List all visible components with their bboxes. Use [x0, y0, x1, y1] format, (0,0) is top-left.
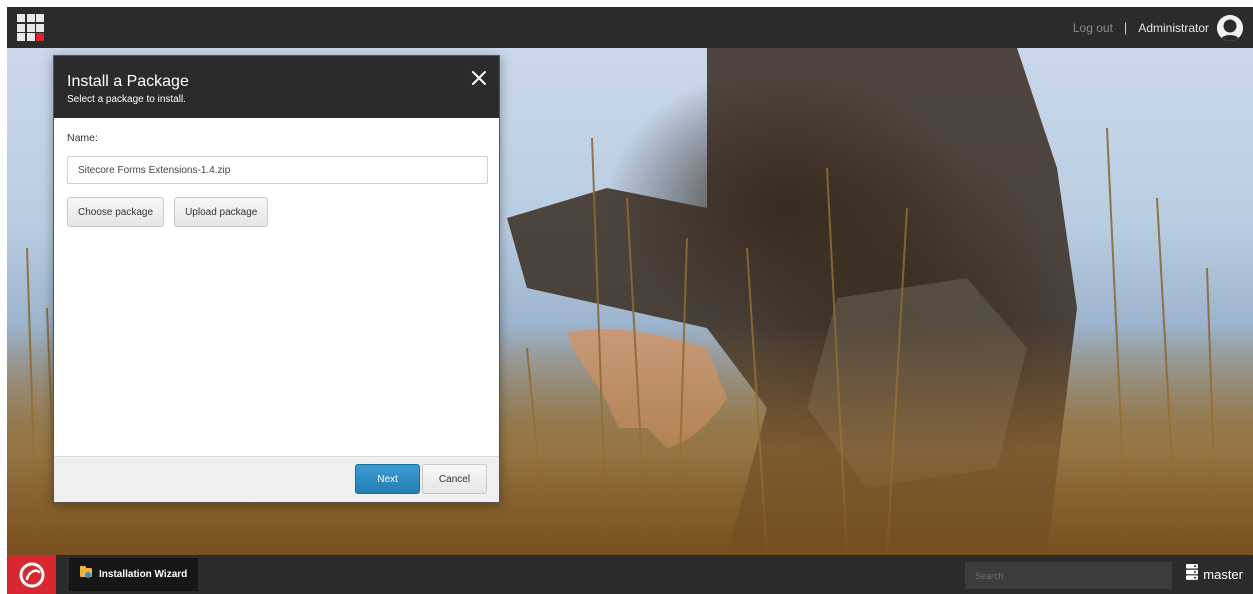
choose-package-button[interactable]: Choose package	[67, 197, 165, 227]
database-label: master	[1203, 567, 1243, 582]
cancel-button[interactable]: Cancel	[422, 464, 487, 494]
username[interactable]: Administrator	[1138, 21, 1209, 35]
dialog-title: Install a Package	[67, 73, 189, 90]
install-package-dialog: Install a Package Select a package to in…	[53, 55, 500, 503]
next-button[interactable]: Next	[355, 464, 420, 494]
package-name-input[interactable]	[67, 156, 488, 184]
taskbar-item-installation-wizard[interactable]: Installation Wizard	[69, 558, 198, 591]
separator: |	[1123, 20, 1128, 35]
dialog-footer: Next Cancel	[54, 456, 499, 502]
database-selector[interactable]: master	[1186, 555, 1243, 594]
user-avatar-icon[interactable]	[1217, 14, 1243, 41]
package-icon	[79, 565, 93, 584]
name-label: Name:	[67, 132, 98, 144]
logout-link[interactable]: Log out	[1073, 21, 1113, 35]
package-actions: Choose package Upload package	[67, 197, 487, 227]
upload-package-button[interactable]: Upload package	[174, 197, 269, 227]
close-icon[interactable]	[471, 70, 487, 86]
app-grid-icon[interactable]	[17, 14, 44, 41]
taskbar-item-label: Installation Wizard	[99, 569, 188, 580]
database-icon	[1186, 564, 1199, 585]
desktop: Log out | Administrator Install a Packag…	[7, 7, 1253, 594]
dialog-body: Name: Choose package Upload package	[54, 118, 499, 458]
dialog-subtitle: Select a package to install.	[67, 94, 186, 105]
taskbar: Installation Wizard master	[7, 555, 1253, 594]
sitecore-logo-icon[interactable]	[7, 555, 56, 594]
dialog-header: Install a Package Select a package to in…	[54, 56, 499, 118]
top-bar: Log out | Administrator	[7, 7, 1253, 48]
search-input[interactable]	[965, 562, 1172, 589]
user-area: Log out | Administrator	[1073, 7, 1243, 48]
